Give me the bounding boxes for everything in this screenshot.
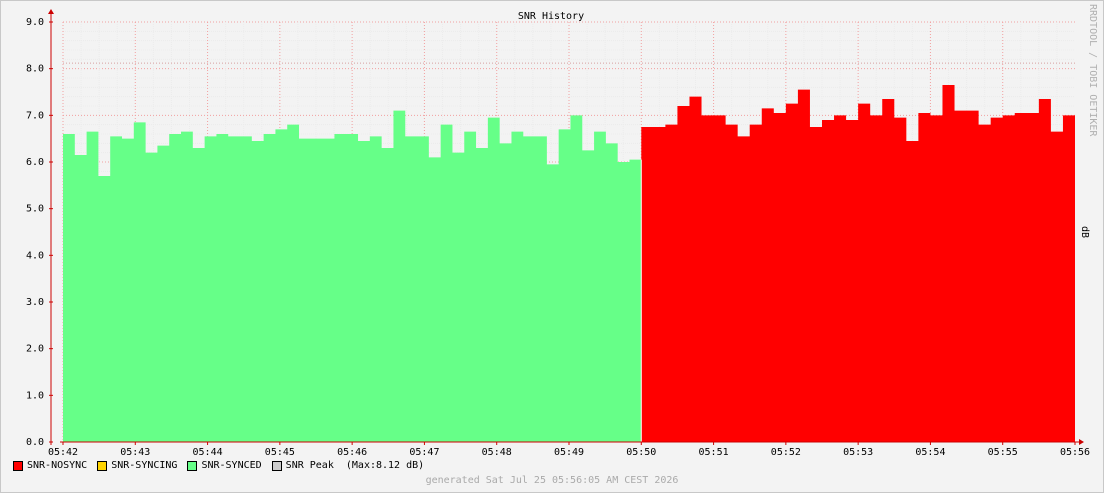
y-tick-label: 7.0: [26, 110, 44, 121]
y-tick-label: 6.0: [26, 157, 44, 168]
x-tick-label: 05:52: [771, 447, 801, 458]
x-tick-label: 05:42: [48, 447, 78, 458]
legend-item-peak: SNR Peak (Max:8.12 dB): [271, 460, 425, 471]
x-tick-label: 05:53: [843, 447, 873, 458]
legend-swatch-syncing: [97, 460, 108, 471]
x-tick-label: 05:55: [988, 447, 1018, 458]
x-axis-arrow: [1079, 439, 1084, 445]
x-tick-label: 05:47: [409, 447, 439, 458]
legend-item-synced: SNR-SYNCED: [187, 460, 262, 471]
y-axis-label: dB: [1079, 226, 1090, 238]
legend-label: SNR-SYNCED: [201, 460, 262, 471]
y-tick-label: 5.0: [26, 204, 44, 215]
x-tick-label: 05:54: [915, 447, 945, 458]
x-tick-label: 05:43: [120, 447, 150, 458]
legend-swatch-synced: [187, 460, 198, 471]
x-tick-label: 05:45: [265, 447, 295, 458]
legend-item-syncing: SNR-SYNCING: [97, 460, 177, 471]
legend-label: SNR-SYNCING: [111, 460, 178, 471]
y-tick-label: 0.0: [26, 437, 44, 448]
y-tick-label: 1.0: [26, 390, 44, 401]
data-areas: [63, 85, 1075, 443]
legend-label: SNR-NOSYNC: [27, 460, 88, 471]
legend-item-nosync: SNR-NOSYNC: [13, 460, 87, 471]
x-tick-label: 05:49: [554, 447, 584, 458]
y-tick-labels: 0.0 1.0 2.0 3.0 4.0 5.0 6.0 7.0 8.0 9.0: [26, 17, 53, 448]
x-tick-label: 05:48: [482, 447, 512, 458]
area-snr-synced: [63, 110, 642, 443]
x-tick-label: 05:50: [626, 447, 656, 458]
y-tick-label: 9.0: [26, 17, 44, 28]
legend: SNR-NOSYNC SNR-SYNCING SNR-SYNCED SNR Pe…: [13, 460, 434, 471]
snr-history-chart: SNR History 0.0 1.0 2.0 3.0 4.0 5.0 6.0 7.0 8.0 9…: [26, 4, 1098, 458]
x-tick-label: 05:46: [337, 447, 367, 458]
y-tick-label: 3.0: [26, 297, 44, 308]
x-tick-label: 05:56: [1060, 447, 1090, 458]
x-tick-label: 05:44: [193, 447, 223, 458]
watermark: RRDTOOL / TOBI OETIKER: [1087, 4, 1098, 137]
x-tick-label: 05:51: [699, 447, 729, 458]
area-snr-nosync: [641, 85, 1075, 442]
legend-swatch-nosync: [13, 460, 23, 471]
chart-title: SNR History: [518, 11, 584, 22]
x-tick-labels: 05:42 05:43 05:44 05:45 05:46 05:47 05:48 05:49…: [48, 442, 1090, 458]
y-tick-label: 4.0: [26, 250, 44, 261]
legend-label: SNR Peak (Max:8.12 dB): [285, 460, 425, 471]
y-tick-label: 8.0: [26, 64, 44, 75]
y-axis-arrow: [48, 9, 54, 14]
legend-swatch-peak: [271, 460, 282, 471]
generated-timestamp: generated Sat Jul 25 05:56:05 AM CEST 20…: [425, 475, 679, 486]
y-tick-label: 2.0: [26, 344, 44, 355]
